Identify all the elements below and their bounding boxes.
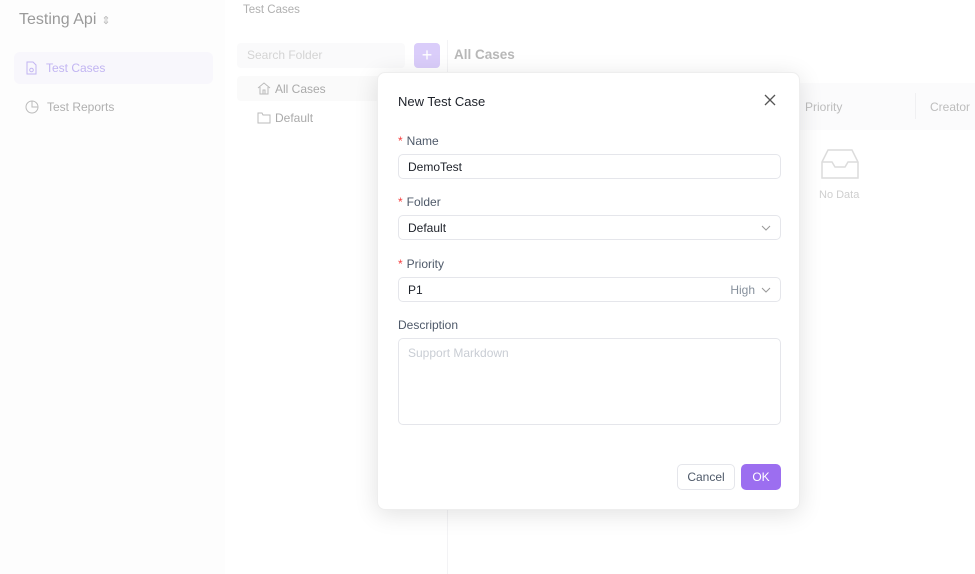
- empty-inbox-icon: [821, 149, 859, 179]
- folder-label: All Cases: [275, 81, 326, 96]
- chevron-down-icon: [761, 225, 771, 231]
- close-icon[interactable]: [763, 93, 777, 107]
- page-title: All Cases: [454, 47, 515, 62]
- folder-select[interactable]: Default: [398, 215, 781, 240]
- ok-button[interactable]: OK: [741, 464, 781, 490]
- name-label: * Name: [398, 134, 439, 148]
- priority-select[interactable]: P1 High: [398, 277, 781, 302]
- new-test-case-modal: New Test Case * Name DemoTest * Folder Def…: [377, 72, 800, 510]
- project-switcher[interactable]: Testing Api ⇕: [19, 11, 111, 29]
- folder-label: * Folder: [398, 195, 441, 209]
- column-divider: [915, 93, 916, 119]
- name-input[interactable]: DemoTest: [398, 154, 781, 179]
- column-priority[interactable]: Priority: [805, 100, 842, 114]
- column-creator[interactable]: Creator: [930, 100, 970, 114]
- cancel-button[interactable]: Cancel: [677, 464, 735, 490]
- folder-label: Default: [275, 110, 314, 125]
- description-textarea[interactable]: Support Markdown: [398, 338, 781, 425]
- file-icon: [26, 61, 37, 75]
- sidebar-item-test-reports[interactable]: Test Reports: [14, 91, 213, 123]
- modal-title: New Test Case: [398, 94, 486, 109]
- home-icon: [257, 82, 271, 95]
- description-label: Description: [398, 318, 459, 332]
- breadcrumb: Test Cases: [243, 4, 300, 16]
- chevron-up-down-icon: ⇕: [101, 14, 111, 27]
- add-folder-button[interactable]: +: [414, 43, 440, 68]
- sidebar-item-label: Test Cases: [46, 61, 106, 75]
- sidebar-item-label: Test Reports: [47, 100, 115, 114]
- sidebar: Testing Api ⇕ Test Cases Test Reports: [0, 0, 225, 574]
- search-folder-input[interactable]: Search Folder: [237, 43, 405, 68]
- folder-icon: [257, 112, 271, 123]
- chevron-down-icon: [761, 287, 771, 293]
- priority-level: High: [730, 282, 755, 297]
- empty-text: No Data: [819, 189, 860, 201]
- pie-chart-icon: [25, 100, 39, 114]
- app-title: Testing Api: [19, 11, 97, 28]
- priority-label: * Priority: [398, 257, 445, 271]
- sidebar-item-test-cases[interactable]: Test Cases: [14, 52, 213, 84]
